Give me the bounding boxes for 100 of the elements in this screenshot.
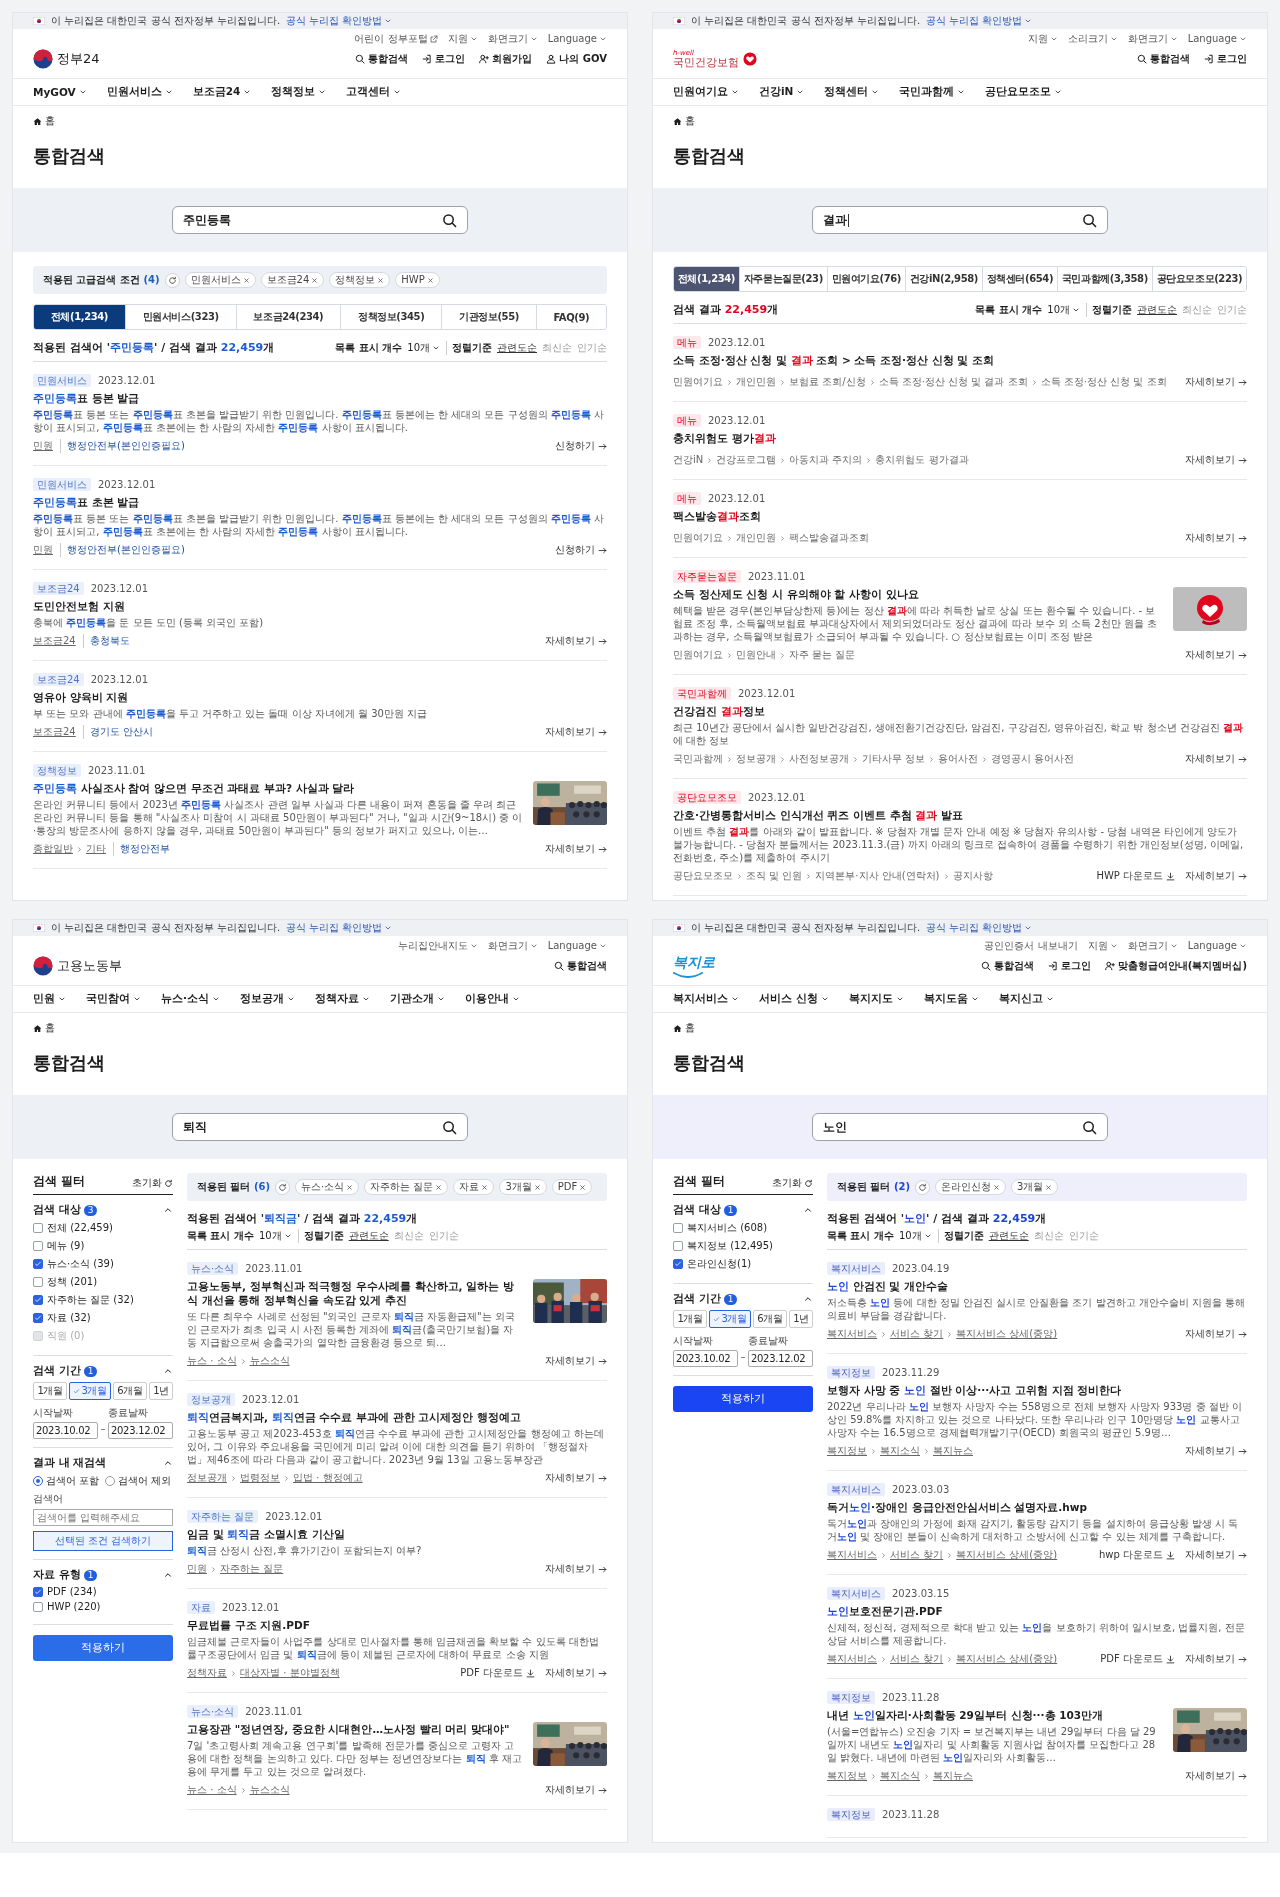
result-title[interactable]: 퇴직연금복지과, 퇴직연금 수수료 부과에 관한 고시제정안 행정예고 xyxy=(187,1410,607,1424)
filter-chip[interactable]: 뉴스·소식 xyxy=(295,1179,360,1195)
date-field[interactable]: 2023.12.02 xyxy=(108,1422,173,1439)
checkbox[interactable] xyxy=(33,1277,43,1287)
breadcrumb-link[interactable]: 민원 xyxy=(187,1562,207,1576)
header-action[interactable]: 로그인 xyxy=(422,52,466,66)
breadcrumb-link[interactable]: 민원여기요 xyxy=(673,648,723,662)
breadcrumb-link[interactable]: 보조금24 xyxy=(33,634,76,648)
header-action[interactable]: 통합검색 xyxy=(355,52,409,66)
checkbox[interactable] xyxy=(33,1241,43,1251)
download-link[interactable]: PDF 다운로드 xyxy=(1100,1652,1175,1666)
department-link[interactable]: 행정안전부(본인인증필요) xyxy=(60,543,185,557)
result-title[interactable]: 팩스발송결과조회 xyxy=(673,509,1247,523)
banner-link[interactable]: 공식 누리집 확인방법 xyxy=(926,14,1033,28)
breadcrumb-link[interactable]: 아동치과 주치의 xyxy=(789,453,863,467)
header-action[interactable]: 회원가입 xyxy=(479,52,533,66)
filter-chip[interactable]: HWP xyxy=(395,272,440,288)
breadcrumb-link[interactable]: 정보공개 xyxy=(736,752,776,766)
nav-item[interactable]: 정책센터 xyxy=(824,85,880,99)
period-button[interactable]: 1개월 xyxy=(33,1382,67,1400)
reset-link[interactable]: 초기화 xyxy=(132,1176,173,1190)
nav-item[interactable]: 민원서비스 xyxy=(106,85,173,99)
list-count-dropdown[interactable]: 10개 xyxy=(407,340,447,355)
utility-link[interactable]: 화면크기 xyxy=(487,939,538,952)
utility-link[interactable]: 화면크기 xyxy=(487,32,538,45)
nav-item[interactable]: 뉴스·소식 xyxy=(161,992,220,1006)
breadcrumb-link[interactable]: 민원 xyxy=(33,439,53,453)
result-title[interactable]: 고용노동부, 정부혁신과 적극행정 우수사례를 확산하고, 일하는 방식 개선을 통해 정부혁신을 속도감 있게 추진 xyxy=(187,1279,523,1307)
breadcrumb-link[interactable]: 민원 xyxy=(33,543,53,557)
breadcrumb-link[interactable]: 공단요모조모 xyxy=(673,869,733,883)
breadcrumb-link[interactable]: 조직 및 인원 xyxy=(746,869,803,883)
detail-link[interactable]: 자세히보기 xyxy=(545,1666,607,1680)
utility-link[interactable]: Language xyxy=(1187,939,1247,952)
nav-item[interactable]: 정책정보 xyxy=(271,85,327,99)
header-action[interactable]: 통합검색 xyxy=(1137,52,1190,66)
breadcrumb-link[interactable]: 복지서비스 xyxy=(827,1652,877,1666)
utility-link[interactable]: 화면크기 xyxy=(1127,939,1178,952)
breadcrumb-link[interactable]: 보험료 조회/신청 xyxy=(789,375,866,389)
header-action[interactable]: 나의 GOV xyxy=(546,52,607,66)
breadcrumb-link[interactable]: 홈 xyxy=(45,114,55,128)
breadcrumb-link[interactable]: 뉴스 · 소식 xyxy=(187,1354,237,1368)
period-button[interactable]: 3개월 xyxy=(68,1382,111,1400)
breadcrumb-link[interactable]: 국민과함께 xyxy=(673,752,723,766)
breadcrumb-link[interactable]: 정보공개 xyxy=(187,1471,227,1485)
utility-link[interactable]: 지원 xyxy=(1027,32,1058,45)
result-title[interactable]: 노인 안검진 및 개안수술 xyxy=(827,1279,1247,1293)
checkbox[interactable] xyxy=(33,1586,43,1597)
result-title[interactable]: 소득 정산제도 신청 시 유의해야 할 사항이 있나요 xyxy=(673,587,1163,601)
header-action[interactable]: 통합검색 xyxy=(554,959,607,973)
detail-link[interactable]: 자세히보기 xyxy=(1185,1444,1247,1458)
nav-item[interactable]: 고객센터 xyxy=(346,85,402,99)
nav-item[interactable]: 민원여기요 xyxy=(673,85,739,99)
breadcrumb-link[interactable]: 기타사무 정보 xyxy=(862,752,926,766)
sort-option[interactable]: 관련도순 xyxy=(1137,302,1177,317)
filter-chip[interactable]: 보조금24 xyxy=(260,272,325,288)
breadcrumb-link[interactable]: 대상자별 · 분야별정책 xyxy=(240,1666,340,1680)
filter-chip[interactable]: 3개월 xyxy=(1011,1179,1059,1195)
period-button[interactable]: 3개월 xyxy=(708,1310,751,1328)
breadcrumb-link[interactable]: 홈 xyxy=(685,114,695,128)
detail-link[interactable]: 자세히보기 xyxy=(1185,648,1247,662)
period-button[interactable]: 1개월 xyxy=(673,1310,707,1328)
breadcrumb-link[interactable]: 서비스 찾기 xyxy=(890,1652,944,1666)
breadcrumb-link[interactable]: 건강iN xyxy=(673,453,704,467)
detail-link[interactable]: 자세히보기 xyxy=(1185,752,1247,766)
breadcrumb-link[interactable]: 기타 xyxy=(86,842,106,856)
filter-chip[interactable]: 정책정보 xyxy=(329,272,391,288)
reset-button[interactable] xyxy=(915,1179,931,1195)
checkbox[interactable] xyxy=(33,1295,43,1305)
banner-link[interactable]: 공식 누리집 확인방법 xyxy=(286,921,393,935)
nav-item[interactable]: 민원 xyxy=(33,992,66,1006)
date-field[interactable]: 2023.12.02 xyxy=(748,1350,813,1367)
breadcrumb-link[interactable]: 서비스 찾기 xyxy=(890,1548,944,1562)
search-field[interactable]: 주민등록 xyxy=(172,206,468,234)
breadcrumb-link[interactable]: 복지소식 xyxy=(880,1444,920,1458)
breadcrumb-link[interactable]: 민원여기요 xyxy=(673,375,723,389)
header-action[interactable]: 로그인 xyxy=(1204,52,1247,66)
result-title[interactable]: 도민안전보험 지원 xyxy=(33,599,607,613)
period-button[interactable]: 1년 xyxy=(148,1382,173,1400)
utility-link[interactable]: 어린이 정부포털 xyxy=(354,32,438,45)
search-field[interactable]: 노인 xyxy=(812,1113,1108,1141)
result-title[interactable]: 건강검진 결과정보 xyxy=(673,704,1247,718)
department-link[interactable]: 행정안전부(본인인증필요) xyxy=(60,439,185,453)
category-tab[interactable]: 공단요모조모(223) xyxy=(1151,267,1246,291)
breadcrumb-link[interactable]: 입법 · 행정예고 xyxy=(293,1471,363,1485)
detail-link[interactable]: 자세히보기 xyxy=(545,1471,607,1485)
nav-item[interactable]: 복지신고 xyxy=(998,992,1054,1006)
result-title[interactable]: 주민등록표 등본 발급 xyxy=(33,391,607,405)
search-field[interactable]: 결과 xyxy=(812,206,1108,234)
detail-link[interactable]: 자세히보기 xyxy=(545,1354,607,1368)
result-title[interactable]: 내년 노인일자리·사회활동 29일부터 신청···총 103만개 xyxy=(827,1708,1163,1722)
list-count-dropdown[interactable]: 10개 xyxy=(258,1229,299,1243)
nav-item[interactable]: 정책자료 xyxy=(315,992,370,1006)
breadcrumb-link[interactable]: 법령정보 xyxy=(240,1471,280,1485)
breadcrumb-link[interactable]: 자주하는 질문 xyxy=(220,1562,284,1576)
detail-link[interactable]: 자세히보기 xyxy=(1185,375,1247,389)
breadcrumb-link[interactable]: 건강프로그램 xyxy=(716,453,777,467)
logo-text[interactable]: 고용노동부 xyxy=(57,957,122,975)
result-title[interactable]: 간호·간병통합서비스 인식개선 퀴즈 이벤트 추첨 결과 발표 xyxy=(673,808,1247,822)
header-action[interactable]: 로그인 xyxy=(1047,959,1091,973)
detail-link[interactable]: 자세히보기 xyxy=(545,1783,607,1797)
